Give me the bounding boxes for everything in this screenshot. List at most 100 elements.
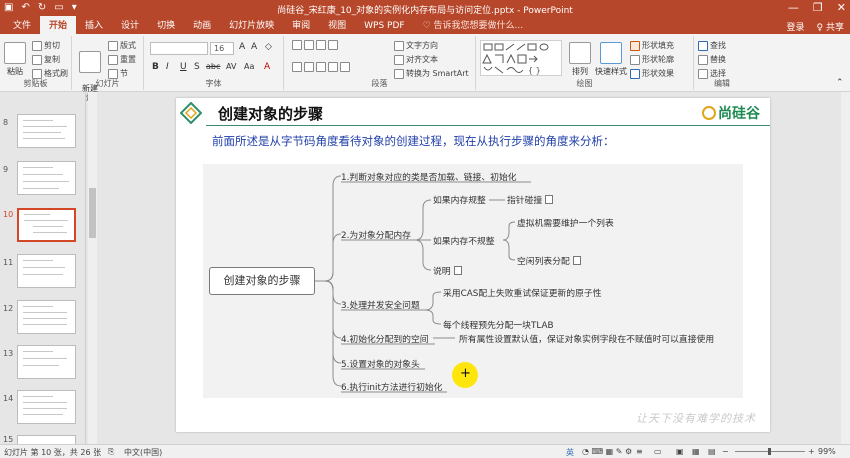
grow-font-icon[interactable]: A xyxy=(239,42,245,52)
mind-map-node[interactable]: 采用CAS配上失败重试保证更新的原子性 xyxy=(443,286,602,299)
tab-wps-pdf[interactable]: WPS PDF xyxy=(355,19,413,34)
char-spacing-button[interactable]: AV xyxy=(226,62,236,71)
shape-outline-button[interactable]: 形状轮廓 xyxy=(630,54,674,65)
mind-map-node[interactable]: 4.初始化分配到的空间 xyxy=(341,332,429,345)
normal-view-button[interactable]: ▣ xyxy=(676,447,684,456)
tab-insert[interactable]: 插入 xyxy=(76,16,112,34)
mind-map[interactable]: 创建对象的步骤 1.判断对象对应的类是否加载、链接、初始化 2.为对象分配内存 … xyxy=(203,164,743,398)
mind-map-node[interactable]: 指针碰撞 xyxy=(507,193,554,206)
mind-map-node[interactable]: 2.为对象分配内存 xyxy=(341,228,411,241)
slide-thumbnail-11[interactable] xyxy=(17,254,76,288)
collapse-ribbon-icon[interactable]: ⌃ xyxy=(836,78,844,88)
slide-subtitle[interactable]: 前面所述是从字节码角度看待对象的创建过程，现在从执行步骤的角度来分析： xyxy=(212,133,615,149)
comments-button[interactable]: ▭ xyxy=(654,447,662,456)
align-buttons[interactable] xyxy=(292,62,352,72)
shadow-button[interactable]: S xyxy=(194,62,200,72)
section-icon xyxy=(108,68,118,79)
ime-indicator[interactable]: 英 xyxy=(566,447,574,458)
mind-map-node[interactable]: 虚拟机需要维护一个列表 xyxy=(517,216,614,229)
thumbnail-scroll-thumb[interactable] xyxy=(89,188,96,238)
mind-map-node[interactable]: 3.处理并发安全问题 xyxy=(341,298,420,311)
bullets-button[interactable] xyxy=(292,40,340,50)
shape-fill-button[interactable]: 形状填充 xyxy=(630,40,674,51)
align-text-button[interactable]: 对齐文本 xyxy=(394,54,438,65)
mind-map-node[interactable]: 5.设置对象的对象头 xyxy=(341,357,420,370)
slide-thumbnail-9[interactable] xyxy=(17,161,76,195)
slide-title[interactable]: 创建对象的步骤 xyxy=(218,103,323,124)
zoom-level[interactable]: 99% xyxy=(818,447,836,456)
minimize-button[interactable]: — xyxy=(788,1,799,14)
zoom-out-button[interactable]: − xyxy=(722,447,729,456)
slide-thumbnail-14[interactable] xyxy=(17,390,76,424)
arrange-button[interactable]: 排列 xyxy=(568,42,592,77)
tab-home[interactable]: 开始 xyxy=(40,16,77,34)
font-name-combo[interactable] xyxy=(150,42,208,55)
shapes-gallery-icons: { } xyxy=(482,43,549,75)
zoom-slider[interactable] xyxy=(735,448,805,455)
mind-map-node[interactable]: 每个线程预先分配一块TLAB xyxy=(443,318,554,331)
mind-map-node[interactable]: 6.执行init方法进行初始化 xyxy=(341,380,442,393)
tab-animations[interactable]: 动画 xyxy=(184,16,220,34)
editing-group: 查找 替换 选择 编辑 xyxy=(694,36,750,90)
language-indicator[interactable]: 中文(中国) xyxy=(124,447,162,458)
slide-thumbnail-13[interactable] xyxy=(17,345,76,379)
tab-design[interactable]: 设计 xyxy=(112,16,148,34)
italic-button[interactable]: I xyxy=(166,62,169,72)
clipboard-label: 剪贴板 xyxy=(23,79,48,88)
slide-sorter-button[interactable]: ▦ xyxy=(692,447,700,456)
tab-slideshow[interactable]: 幻灯片放映 xyxy=(220,16,283,34)
find-button[interactable]: 查找 xyxy=(698,40,726,51)
effects-icon xyxy=(630,68,640,79)
thumbnail-number: 15 xyxy=(3,435,14,444)
font-color-button[interactable]: A xyxy=(264,62,270,72)
slide-thumbnail-12[interactable] xyxy=(17,300,76,334)
quick-styles-button[interactable]: 快速样式 xyxy=(594,42,628,77)
restore-button[interactable]: ❐ xyxy=(813,1,823,14)
tab-file[interactable]: 文件 xyxy=(4,16,40,34)
shapes-gallery[interactable]: { } xyxy=(480,40,562,76)
mind-map-node[interactable]: 1.判断对象对应的类是否加载、链接、初始化 xyxy=(341,170,517,183)
ime-toolbar-icons[interactable]: ◔ ⌨ ▦ ✎ ⚙ xyxy=(582,447,632,456)
text-direction-button[interactable]: 文字方向 xyxy=(394,40,438,51)
slide-scrollbar[interactable] xyxy=(841,92,850,444)
search-icon xyxy=(698,40,708,51)
mind-map-node[interactable]: 说明 xyxy=(433,264,462,277)
mind-map-node[interactable]: 空闲列表分配 xyxy=(517,254,581,267)
mind-map-root[interactable]: 创建对象的步骤 xyxy=(209,267,315,295)
mind-map-node[interactable]: 如果内存不规整 xyxy=(433,234,495,247)
tab-transitions[interactable]: 切换 xyxy=(148,16,184,34)
bullets-icon xyxy=(292,40,302,50)
replace-button[interactable]: 替换 xyxy=(698,54,726,65)
underline-button[interactable]: U xyxy=(180,62,187,72)
shrink-font-icon[interactable]: A xyxy=(251,42,257,52)
tab-review[interactable]: 审阅 xyxy=(283,16,319,34)
strikethrough-button[interactable]: abc xyxy=(206,62,220,71)
zoom-slider-thumb[interactable] xyxy=(768,448,771,455)
change-case-button[interactable]: Aa xyxy=(244,62,254,71)
spellcheck-icon[interactable]: ⎘ xyxy=(108,447,114,457)
clear-format-icon[interactable]: ◇ xyxy=(265,42,272,52)
tab-view[interactable]: 视图 xyxy=(319,16,355,34)
paste-icon xyxy=(4,42,26,64)
paste-button[interactable]: 粘贴 xyxy=(2,42,28,77)
reset-button[interactable]: 重置 xyxy=(108,54,136,65)
copy-button[interactable]: 复制 xyxy=(32,54,60,65)
bold-button[interactable]: B xyxy=(152,62,159,72)
window-controls: — ❐ ✕ xyxy=(788,1,846,14)
layout-button[interactable]: 版式 xyxy=(108,40,136,51)
notes-button[interactable]: ≡ xyxy=(636,447,643,456)
cut-button[interactable]: 剪切 xyxy=(32,40,60,51)
login-link[interactable]: 登录 xyxy=(787,20,805,33)
tell-me-input[interactable]: ♡ 告诉我您想要做什么... xyxy=(414,16,533,34)
mind-map-node[interactable]: 如果内存规整 xyxy=(433,193,486,206)
reading-view-button[interactable]: ▤ xyxy=(708,447,716,456)
zoom-in-button[interactable]: + xyxy=(808,447,815,456)
slide-thumbnail-8[interactable] xyxy=(17,114,76,148)
share-button[interactable]: ♀ 共享 xyxy=(817,20,844,33)
slide-thumbnail-15[interactable] xyxy=(17,435,76,444)
thumbnail-scrollbar[interactable] xyxy=(88,92,97,444)
close-button[interactable]: ✕ xyxy=(837,1,846,14)
font-size-combo[interactable]: 16 xyxy=(210,42,234,55)
mind-map-node[interactable]: 所有属性设置默认值，保证对象实例字段在不赋值时可以直接使用 xyxy=(459,332,714,345)
slide-thumbnail-10[interactable] xyxy=(17,208,76,242)
